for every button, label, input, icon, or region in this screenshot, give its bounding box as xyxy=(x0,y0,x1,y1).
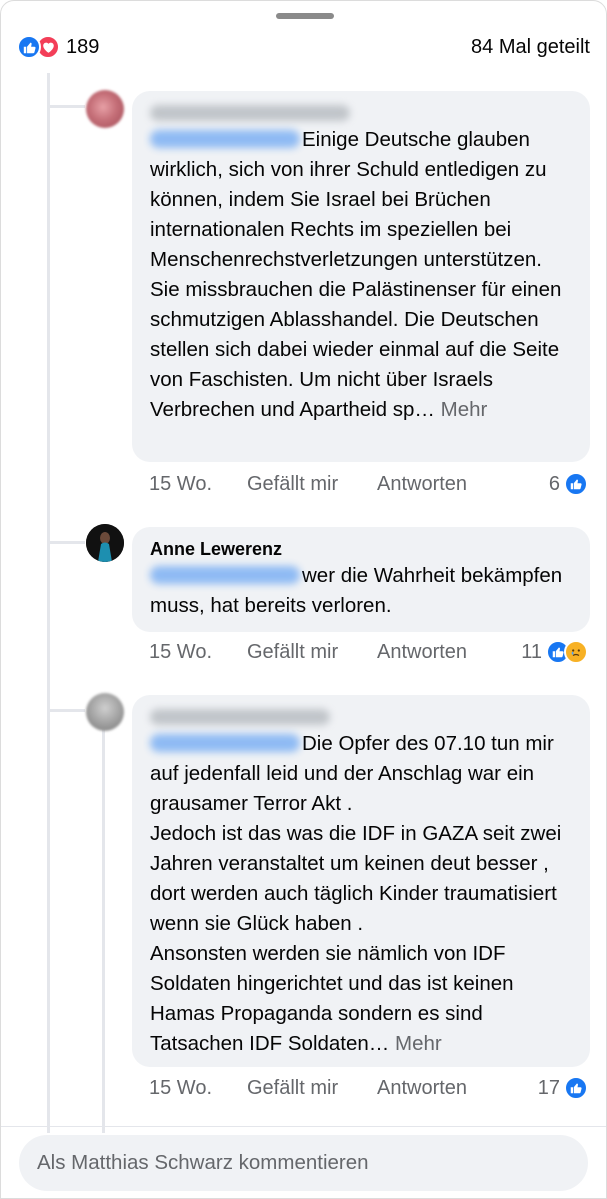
avatar[interactable] xyxy=(86,90,124,128)
reaction-count: 11 xyxy=(521,640,542,663)
reaction-count: 17 xyxy=(537,1076,560,1099)
composer-divider xyxy=(1,1126,606,1127)
more-link[interactable]: Mehr xyxy=(441,398,488,421)
comment-input[interactable] xyxy=(37,1151,588,1175)
like-button[interactable]: Gefällt mir xyxy=(247,473,377,496)
avatar[interactable] xyxy=(86,524,124,562)
comment-time[interactable]: 15 Wo. xyxy=(149,473,247,496)
share-count[interactable]: 84 Mal geteilt xyxy=(471,36,590,59)
redacted-author-name xyxy=(150,105,350,121)
drag-handle[interactable] xyxy=(276,13,334,19)
post-stats-header: 189 84 Mal geteilt xyxy=(17,31,590,63)
reaction-count: 189 xyxy=(66,35,100,58)
reaction-count: 6 xyxy=(548,472,560,495)
avatar[interactable] xyxy=(86,693,124,731)
redacted-mention[interactable] xyxy=(150,734,300,752)
like-icon xyxy=(564,1076,588,1100)
sub-thread-line xyxy=(102,729,105,1133)
comment-text: wer die Wahrheit bekämpfen muss, hat ber… xyxy=(150,564,568,617)
comment-reactions[interactable]: 11 xyxy=(521,640,588,664)
comment-author[interactable] xyxy=(150,705,572,729)
like-button[interactable]: Gefällt mir xyxy=(247,641,377,664)
reply-button[interactable]: Antworten xyxy=(377,473,549,496)
comment-text: Einige Deutsche glauben wirklich, sich v… xyxy=(150,128,568,421)
comment-bubble: Die Opfer des 07.10 tun mir auf jedenfal… xyxy=(132,695,590,1067)
thread-connector xyxy=(47,541,85,544)
like-icon xyxy=(564,472,588,496)
comment-actions: 15 Wo. Gefällt mir Antworten 11 xyxy=(149,637,588,667)
like-icon xyxy=(17,35,41,59)
thread-line xyxy=(47,73,50,1133)
comment-bubble: Anne Lewerenz wer die Wahrheit bekämpfen… xyxy=(132,527,590,632)
like-button[interactable]: Gefällt mir xyxy=(247,1077,377,1100)
thread-connector xyxy=(47,709,85,712)
comments-sheet: 189 84 Mal geteilt Einige Deutsche glaub… xyxy=(0,0,607,1199)
reply-button[interactable]: Antworten xyxy=(377,1077,538,1100)
redacted-mention[interactable] xyxy=(150,566,300,584)
comment-bubble: Einige Deutsche glauben wirklich, sich v… xyxy=(132,91,590,462)
more-link[interactable]: Mehr xyxy=(395,1032,442,1055)
comment-actions: 15 Wo. Gefällt mir Antworten 17 xyxy=(149,1073,588,1103)
comment-author[interactable] xyxy=(150,101,572,125)
redacted-author-name xyxy=(150,709,330,725)
comment-reactions[interactable]: 17 xyxy=(538,1076,588,1100)
comment-actions: 15 Wo. Gefällt mir Antworten 6 xyxy=(149,469,588,499)
reply-button[interactable]: Antworten xyxy=(377,641,521,664)
comment-composer[interactable] xyxy=(19,1135,588,1191)
redacted-mention[interactable] xyxy=(150,130,300,148)
comment-reactions[interactable]: 6 xyxy=(549,472,588,496)
reaction-summary[interactable]: 189 xyxy=(17,35,99,59)
sad-icon xyxy=(564,640,588,664)
comment-time[interactable]: 15 Wo. xyxy=(149,641,247,664)
comment-author[interactable]: Anne Lewerenz xyxy=(150,537,572,561)
thread-connector xyxy=(47,105,85,108)
comment-time[interactable]: 15 Wo. xyxy=(149,1077,247,1100)
comment-text: Die Opfer des 07.10 tun mir auf jedenfal… xyxy=(150,732,562,1055)
